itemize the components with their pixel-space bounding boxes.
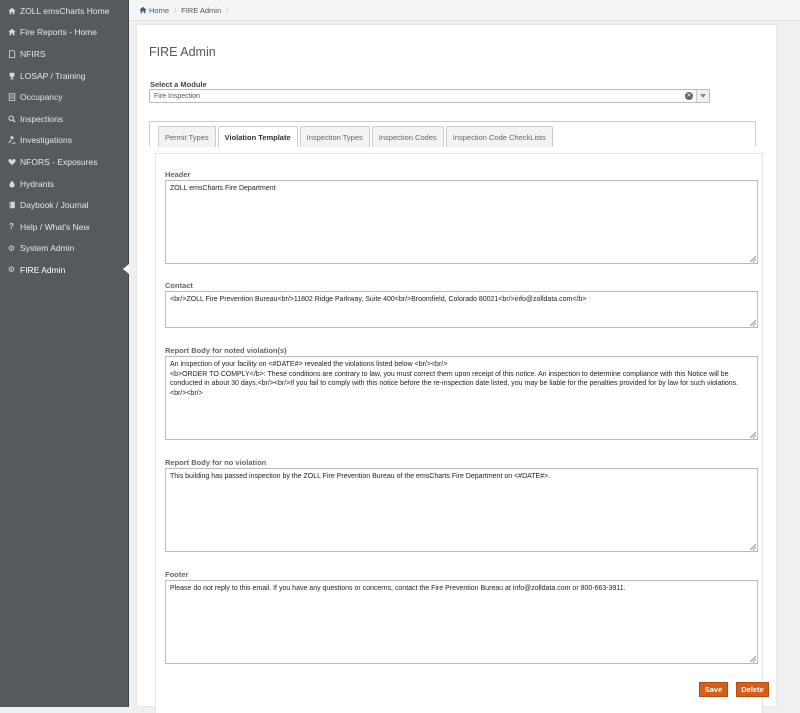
sidebar-item-label: System Admin (20, 243, 74, 253)
header-textarea-value: ZOLL emsCharts Fire Department (170, 185, 276, 192)
tab-violation-template[interactable]: Violation Template (218, 126, 298, 147)
sidebar-item-nfors-exposures[interactable]: NFORS - Exposures (0, 151, 128, 173)
trophy-icon (6, 72, 17, 80)
breadcrumb-separator: / (174, 6, 176, 15)
sidebar-item-fire-admin[interactable]: ⚙ FIRE Admin (0, 259, 128, 281)
sidebar-item-fire-reports-home[interactable]: Fire Reports - Home (0, 22, 128, 44)
violation-template-form: Header ZOLL emsCharts Fire Department Co… (155, 153, 763, 713)
no-violation-body-textarea[interactable]: This building has passed inspection by t… (165, 468, 758, 552)
breadcrumb: Home / FIRE Admin / (129, 0, 800, 21)
breadcrumb-home-label: Home (149, 6, 169, 15)
main-panel: FIRE Admin Select a Module Fire Inspecti… (136, 24, 777, 707)
delete-button[interactable]: Delete (736, 682, 769, 697)
contact-label: Contact (165, 281, 193, 290)
module-select[interactable]: Fire Inspection ✕ (149, 89, 710, 103)
sidebar-item-label: Fire Reports - Home (20, 27, 97, 37)
no-violation-body-label: Report Body for no violation (165, 458, 266, 467)
tab-inspection-types[interactable]: Inspection Types (300, 126, 370, 147)
sidebar-item-nfirs[interactable]: NFIRS (0, 43, 128, 65)
building-icon (6, 93, 17, 101)
heart-icon (6, 158, 17, 166)
sidebar-item-losap-training[interactable]: LOSAP / Training (0, 65, 128, 87)
search-icon (6, 115, 17, 123)
sidebar-item-label: NFORS - Exposures (20, 157, 97, 167)
question-icon: ? (6, 222, 17, 231)
sidebar-item-label: FIRE Admin (20, 265, 65, 275)
sidebar-item-label: Help / What's New (20, 222, 90, 232)
sidebar-item-hydrants[interactable]: Hydrants (0, 173, 128, 195)
contact-textarea-value: <br/>ZOLL Fire Prevention Bureau<br/>118… (170, 296, 586, 303)
sidebar-item-system-admin[interactable]: ⚙ System Admin (0, 238, 128, 260)
sidebar-item-label: Daybook / Journal (20, 200, 89, 210)
breadcrumb-separator: / (226, 6, 228, 15)
footer-textarea-value: Please do not reply to this email. If yo… (170, 585, 626, 592)
tab-inspection-code-checklists[interactable]: Inspection Code CheckLists (446, 126, 553, 147)
home-icon (139, 6, 147, 14)
resize-handle[interactable] (750, 544, 756, 550)
sidebar-item-label: Hydrants (20, 179, 54, 189)
gear-icon: ⚙ (6, 265, 17, 274)
clear-selection-icon[interactable]: ✕ (685, 92, 693, 100)
sidebar-item-occupancy[interactable]: Occupancy (0, 86, 128, 108)
header-label: Header (165, 170, 190, 179)
footer-label: Footer (165, 570, 188, 579)
violation-body-label: Report Body for noted violation(s) (165, 346, 287, 355)
gear-icon: ⚙ (6, 244, 17, 253)
sidebar-item-label: Inspections (20, 114, 63, 124)
resize-handle[interactable] (750, 320, 756, 326)
sidebar-item-daybook-journal[interactable]: Daybook / Journal (0, 194, 128, 216)
sidebar-item-label: Investigations (20, 135, 72, 145)
tab-inspection-codes[interactable]: Inspection Codes (372, 126, 444, 147)
book-icon (6, 201, 17, 209)
dropdown-toggle[interactable] (696, 90, 709, 102)
page-title: FIRE Admin (149, 45, 216, 59)
module-select-value: Fire Inspection (154, 93, 200, 100)
header-textarea[interactable]: ZOLL emsCharts Fire Department (165, 180, 758, 264)
sidebar-item-label: ZOLL emsCharts Home (20, 6, 109, 16)
sidebar-item-help-whats-new[interactable]: ? Help / What's New (0, 216, 128, 238)
breadcrumb-current: FIRE Admin (181, 6, 221, 15)
tab-bar: Permit Types Violation Template Inspecti… (149, 121, 756, 146)
sidebar-item-label: LOSAP / Training (20, 71, 86, 81)
breadcrumb-home-link[interactable]: Home (139, 6, 169, 15)
sidebar-item-label: Occupancy (20, 92, 63, 102)
violation-body-textarea-value: An inspection of your facility on <#DATE… (170, 361, 738, 397)
footer-textarea[interactable]: Please do not reply to this email. If yo… (165, 580, 758, 664)
tint-icon (6, 180, 17, 188)
tab-permit-types[interactable]: Permit Types (158, 126, 216, 147)
violation-body-textarea[interactable]: An inspection of your facility on <#DATE… (165, 356, 758, 440)
chevron-down-icon (700, 94, 706, 98)
module-select-label: Select a Module (150, 80, 207, 89)
sidebar: ZOLL emsCharts Home Fire Reports - Home … (0, 0, 129, 707)
resize-handle[interactable] (750, 432, 756, 438)
sidebar-item-emscharts-home[interactable]: ZOLL emsCharts Home (0, 0, 128, 22)
sidebar-item-investigations[interactable]: Investigations (0, 130, 128, 152)
gavel-icon (6, 136, 17, 144)
home-icon (6, 7, 17, 15)
resize-handle[interactable] (750, 256, 756, 262)
contact-textarea[interactable]: <br/>ZOLL Fire Prevention Bureau<br/>118… (165, 291, 758, 328)
no-violation-body-textarea-value: This building has passed inspection by t… (170, 473, 550, 480)
home-icon (6, 28, 17, 36)
resize-handle[interactable] (750, 656, 756, 662)
file-icon (6, 50, 17, 58)
sidebar-item-inspections[interactable]: Inspections (0, 108, 128, 130)
sidebar-item-label: NFIRS (20, 49, 46, 59)
save-button[interactable]: Save (699, 682, 728, 697)
